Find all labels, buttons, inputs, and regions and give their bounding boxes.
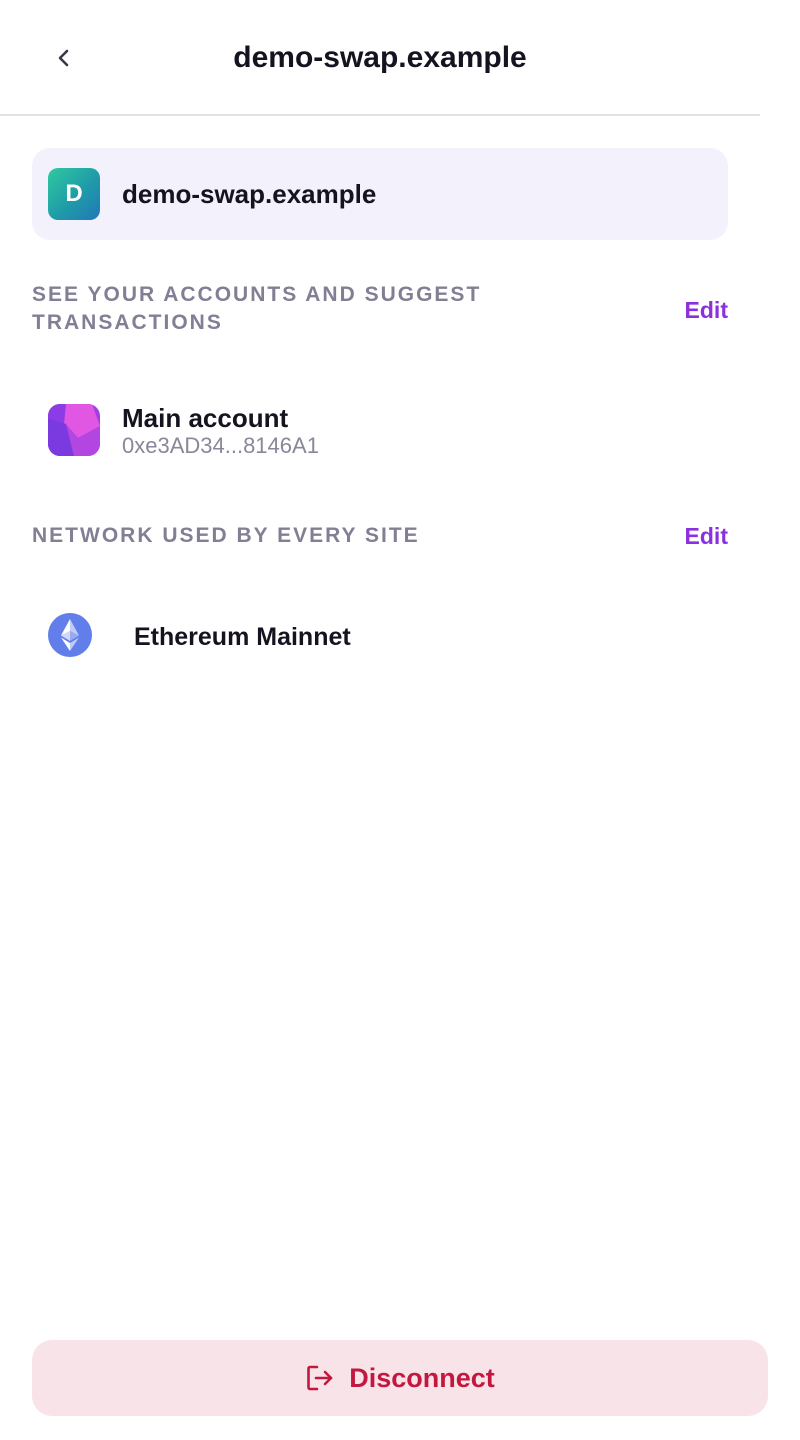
disconnect-label: Disconnect xyxy=(349,1363,495,1393)
site-name: demo-swap.example xyxy=(122,179,377,209)
site-avatar: D xyxy=(48,168,100,220)
logout-icon xyxy=(307,1365,333,1391)
page-title: demo-swap.example xyxy=(233,41,527,74)
accounts-section-label: SEE YOUR ACCOUNTS AND SUGGEST TRANSACTIO… xyxy=(32,283,482,334)
edit-network-button[interactable]: Edit xyxy=(685,521,728,551)
network-section-label: NETWORK USED BY EVERY SITE xyxy=(32,524,420,547)
account-row[interactable]: Main account 0xe3AD34...8146A1 xyxy=(32,386,728,482)
ethereum-icon xyxy=(48,613,92,657)
network-name: Ethereum Mainnet xyxy=(134,623,351,651)
disconnect-button[interactable]: Disconnect xyxy=(32,1340,768,1416)
account-name: Main account xyxy=(122,403,289,433)
edit-accounts-button[interactable]: Edit xyxy=(685,295,728,325)
header: demo-swap.example xyxy=(0,0,760,116)
account-avatar xyxy=(48,404,100,456)
site-card: D demo-swap.example xyxy=(32,148,728,240)
network-row[interactable]: Ethereum Mainnet xyxy=(32,606,728,666)
account-address: 0xe3AD34...8146A1 xyxy=(122,433,319,458)
